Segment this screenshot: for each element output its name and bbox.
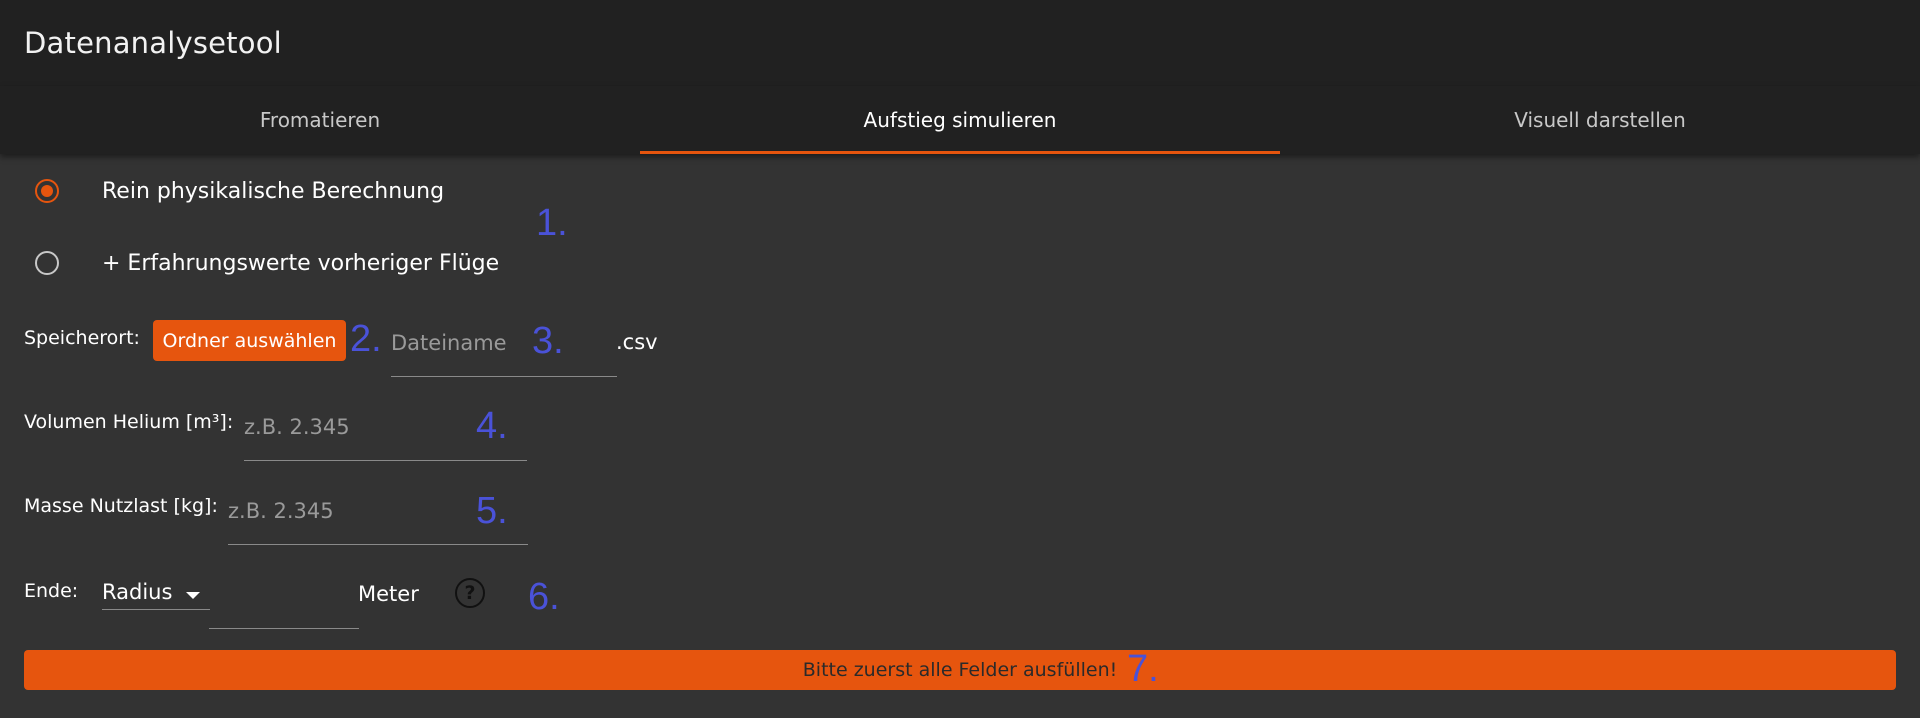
app-title: Datenanalysetool <box>24 26 282 60</box>
tab-visuell-darstellen[interactable]: Visuell darstellen <box>1280 86 1920 154</box>
submit-button-label: Bitte zuerst alle Felder ausfüllen! <box>802 659 1118 681</box>
end-condition-value-input[interactable] <box>209 574 359 629</box>
end-condition-select[interactable]: Radius <box>102 580 210 610</box>
tab-label: Aufstieg simulieren <box>863 108 1057 132</box>
annotation-6: 6. <box>528 576 560 618</box>
save-location-label: Speicherort: <box>24 327 140 349</box>
annotation-3: 3. <box>532 320 564 362</box>
annotation-7: 7. <box>1127 648 1159 690</box>
tab-label: Visuell darstellen <box>1514 108 1686 132</box>
tab-fromatieren[interactable]: Fromatieren <box>0 86 640 154</box>
annotation-2: 2. <box>350 318 382 360</box>
annotation-4: 4. <box>476 405 508 447</box>
app-window: Datenanalysetool Fromatieren Aufstieg si… <box>0 0 1920 718</box>
help-circle-icon[interactable]: ? <box>455 578 485 608</box>
helium-volume-label: Volumen Helium [m³]: <box>24 411 234 433</box>
title-bar: Datenanalysetool <box>0 0 1920 86</box>
radio-physical-calculation[interactable] <box>35 179 59 203</box>
tab-aufstieg-simulieren[interactable]: Aufstieg simulieren <box>640 86 1280 154</box>
filename-input[interactable] <box>391 322 617 377</box>
file-extension-label: .csv <box>616 330 658 354</box>
end-condition-label: Ende: <box>24 580 79 602</box>
tab-label: Fromatieren <box>259 108 381 132</box>
radio-experience-values[interactable] <box>35 251 59 275</box>
payload-mass-label: Masse Nutzlast [kg]: <box>24 495 218 517</box>
annotation-1: 1. <box>536 202 568 244</box>
annotation-5: 5. <box>476 490 508 532</box>
help-glyph: ? <box>464 582 476 604</box>
end-condition-selected: Radius <box>102 580 173 604</box>
chevron-down-icon <box>186 592 200 599</box>
tab-bar: Fromatieren Aufstieg simulieren Visuell … <box>0 86 1920 154</box>
start-simulation-button[interactable]: Bitte zuerst alle Felder ausfüllen! <box>24 650 1896 690</box>
select-folder-button[interactable]: Ordner auswählen <box>153 320 346 361</box>
unit-label: Meter <box>358 582 419 606</box>
radio-label-experience-values: + Erfahrungswerte vorheriger Flüge <box>102 251 500 276</box>
radio-label-physical-calculation: Rein physikalische Berechnung <box>102 179 445 204</box>
select-folder-button-label: Ordner auswählen <box>162 329 337 352</box>
